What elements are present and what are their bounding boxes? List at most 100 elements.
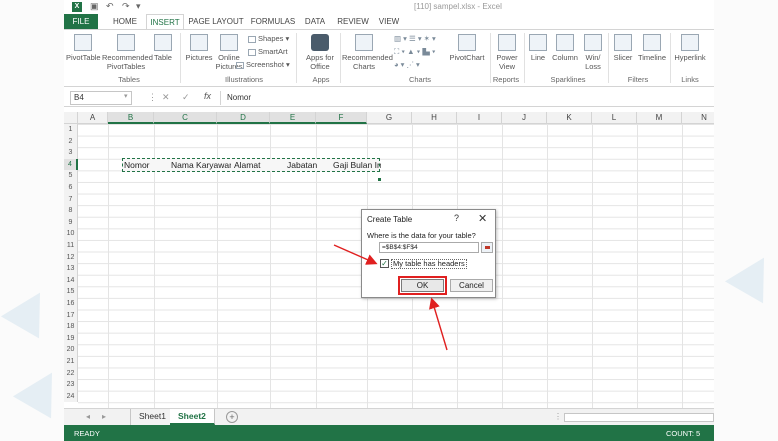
name-box[interactable]: B4 [70, 91, 132, 105]
ok-button[interactable]: OK [401, 279, 444, 292]
table-button[interactable]: Table [150, 34, 176, 62]
fill-handle[interactable] [378, 178, 381, 181]
sparkline-winloss-icon [584, 34, 602, 51]
row-header-3[interactable]: 3 [64, 147, 78, 159]
range-input[interactable]: =$B$4:$F$4 [379, 242, 479, 253]
recommended-charts-button[interactable]: Recommended Charts [342, 34, 393, 71]
chart-type-buttons-2[interactable]: ⛶ ▾ ▲ ▾ ▙ ▾ [394, 47, 436, 57]
chart-type-buttons-3[interactable]: ◕ ▾ ⋰ ▾ [394, 60, 420, 69]
save-icon[interactable]: ▣ [90, 1, 99, 12]
row-header-4[interactable]: 4 [64, 158, 78, 171]
pivottable-button[interactable]: PivotTable [66, 34, 101, 62]
column-header-d[interactable]: D [217, 112, 270, 124]
row-header-21[interactable]: 21 [64, 356, 78, 368]
name-box-dropdown-icon[interactable]: ▾ [124, 92, 128, 100]
tab-home[interactable]: HOME [108, 14, 142, 29]
tab-page-layout[interactable]: PAGE LAYOUT [188, 14, 244, 29]
tab-insert[interactable]: INSERT [146, 14, 184, 30]
row-header-16[interactable]: 16 [64, 298, 78, 310]
row-header-5[interactable]: 5 [64, 170, 78, 182]
row-header-12[interactable]: 12 [64, 251, 78, 264]
recommended-pivottables-button[interactable]: Recommended PivotTables [102, 34, 153, 71]
column-header-j[interactable]: J [502, 112, 547, 124]
column-header-n[interactable]: N [682, 112, 714, 124]
sparkline-line-button[interactable]: Line [526, 34, 550, 62]
timeline-button[interactable]: Timeline [636, 34, 668, 62]
scroll-splitter-icon[interactable]: ⋮ [554, 412, 562, 421]
enter-icon[interactable]: ✓ [182, 92, 190, 103]
row-header-18[interactable]: 18 [64, 321, 78, 333]
sparkline-column-button[interactable]: Column [550, 34, 580, 62]
cancel-icon[interactable]: ✕ [162, 92, 170, 103]
column-header-l[interactable]: L [592, 112, 637, 124]
row-header-15[interactable]: 15 [64, 286, 78, 298]
row-header-10[interactable]: 10 [64, 228, 78, 240]
hyperlink-button[interactable]: Hyperlink [670, 34, 710, 62]
help-icon[interactable]: ? [454, 213, 459, 223]
tab-formulas[interactable]: FORMULAS [250, 14, 296, 29]
collapse-dialog-icon[interactable] [481, 242, 493, 253]
row-header-13[interactable]: 13 [64, 263, 78, 275]
row-header-6[interactable]: 6 [64, 182, 78, 194]
row-header-17[interactable]: 17 [64, 309, 78, 322]
prev-sheet-icon[interactable]: ◂ [86, 412, 90, 421]
column-header-k[interactable]: K [547, 112, 592, 124]
power-view-button[interactable]: Power View [492, 34, 522, 71]
column-header-c[interactable]: C [154, 112, 217, 124]
row-header-11[interactable]: 11 [64, 240, 78, 252]
column-header-h[interactable]: H [412, 112, 457, 124]
row-header-20[interactable]: 20 [64, 344, 78, 356]
tab-review[interactable]: REVIEW [336, 14, 370, 29]
close-icon[interactable]: ✕ [478, 212, 487, 225]
row-header-9[interactable]: 9 [64, 216, 78, 229]
column-header-a[interactable]: A [78, 112, 108, 124]
headers-checkbox[interactable]: ✓ [380, 259, 389, 268]
column-header-b[interactable]: B [108, 112, 154, 124]
row-header-7[interactable]: 7 [64, 193, 78, 206]
row-header-23[interactable]: 23 [64, 379, 78, 391]
redo-icon[interactable]: ↷ [122, 1, 130, 12]
table-icon [154, 34, 172, 51]
column-header-f[interactable]: F [316, 112, 367, 124]
insert-function-icon[interactable]: fx [204, 91, 211, 101]
pictures-button[interactable]: Pictures [184, 34, 214, 62]
tab-data[interactable]: DATA [302, 14, 328, 29]
column-gridline [502, 124, 503, 408]
sheet-tab-bar: ◂ ▸ Sheet1 Sheet2 + ⋮ [64, 408, 714, 425]
formula-bar: B4 ▾ ⋮ ✕ ✓ fx Nomor [64, 89, 714, 107]
row-header-14[interactable]: 14 [64, 274, 78, 287]
cancel-button[interactable]: Cancel [450, 279, 493, 292]
sheet-tab-sheet2[interactable]: Sheet2 [170, 409, 215, 425]
screenshot-button[interactable]: Screenshot ▾ [236, 60, 290, 69]
row-header-1[interactable]: 1 [64, 124, 78, 136]
row-header-24[interactable]: 24 [64, 390, 78, 403]
chart-type-buttons[interactable]: ▥ ▾ ☰ ▾ ✶ ▾ [394, 34, 436, 43]
shapes-button[interactable]: Shapes ▾ [248, 34, 289, 43]
smartart-button[interactable]: SmartArt [248, 47, 288, 56]
row-header-8[interactable]: 8 [64, 205, 78, 217]
pivotchart-icon [458, 34, 476, 51]
sparkline-winloss-button[interactable]: Win/ Loss [580, 34, 606, 71]
formula-input[interactable]: Nomor [220, 91, 710, 105]
row-header-2[interactable]: 2 [64, 135, 78, 148]
undo-icon[interactable]: ↶ [106, 1, 114, 12]
tab-file[interactable]: FILE [64, 14, 98, 29]
headers-checkbox-label[interactable]: My table has headers [391, 259, 467, 269]
column-header-e[interactable]: E [270, 112, 316, 124]
apps-for-office-button[interactable]: Apps for Office [300, 34, 340, 71]
column-header-g[interactable]: G [367, 112, 412, 124]
select-all-corner[interactable] [64, 112, 78, 124]
row-header-22[interactable]: 22 [64, 367, 78, 380]
horizontal-scrollbar[interactable] [564, 413, 714, 422]
tab-view[interactable]: VIEW [376, 14, 402, 29]
group-filters: Filters [627, 75, 649, 84]
sheet-tab-sheet1[interactable]: Sheet1 [130, 409, 175, 425]
next-sheet-icon[interactable]: ▸ [102, 412, 106, 421]
slicer-button[interactable]: Slicer [610, 34, 636, 62]
row-header-19[interactable]: 19 [64, 332, 78, 345]
add-sheet-icon[interactable]: + [226, 411, 238, 423]
column-header-i[interactable]: I [457, 112, 502, 124]
column-header-m[interactable]: M [637, 112, 682, 124]
pivotchart-button[interactable]: PivotChart [448, 34, 486, 62]
customize-qat-icon[interactable]: ▾ [136, 1, 141, 12]
